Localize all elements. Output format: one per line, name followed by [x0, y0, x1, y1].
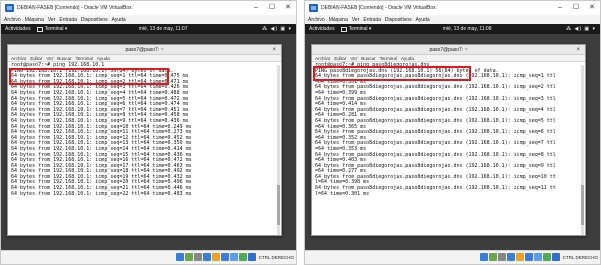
terminal-titlebar[interactable]: paso7@paso7: ~ × [8, 45, 281, 55]
terminal-close-icon[interactable]: × [576, 45, 580, 55]
desktop: paso7@paso7: ~ × Archivo Editar Ver Busc… [305, 34, 600, 252]
terminal-icon [340, 26, 347, 32]
host-key-label: CTRL DERECHO [258, 254, 294, 260]
status-tray: CTRL DERECHO [175, 253, 294, 261]
terminal-menu-editar[interactable]: Editar [30, 56, 42, 61]
vbox-titlebar[interactable]: DEBIAN-FASEB [Corriendo] - Oracle VM Vir… [1, 1, 296, 15]
network-icon[interactable] [202, 253, 211, 261]
terminal-menu-terminal[interactable]: Terminal [76, 56, 93, 61]
app-menu-label: Terminal ▾ [348, 26, 372, 32]
status-tray: CTRL DERECHO [479, 253, 598, 261]
terminal-output[interactable]: root@paso7:~# ping paso8diegorojas.dns PI… [312, 62, 585, 234]
vbox-titlebar[interactable]: DEBIAN-FASEB [Corriendo] - Oracle VM Vir… [305, 1, 600, 15]
host-key-label: CTRL DERECHO [562, 254, 598, 260]
vbox-status-bar: CTRL DERECHO [1, 250, 296, 264]
app-menu-label: Terminal ▾ [44, 26, 68, 32]
close-button[interactable]: ✕ [584, 1, 600, 15]
virtualbox-window-left: DEBIAN-FASEB [Corriendo] - Oracle VM Vir… [0, 0, 297, 265]
terminal-menu-terminal[interactable]: Terminal [380, 56, 397, 61]
terminal-line: l=64 time=0.301 ms [315, 190, 370, 197]
menu-entrada[interactable]: Entrada [59, 17, 77, 23]
gnome-top-bar: Actividades Terminal ▾ mié, 13 de may, 1… [305, 24, 600, 34]
terminal-menu-editar[interactable]: Editar [334, 56, 346, 61]
terminal-menubar: Archivo Editar Ver Buscar Terminal Ayuda [8, 55, 281, 62]
audio-icon[interactable] [497, 253, 506, 261]
terminal-line: 64 bytes from 192.168.10.1: icmp_seq=22 … [11, 190, 192, 197]
menu-maquina[interactable]: Máquina [25, 17, 44, 23]
usb-icon[interactable] [211, 253, 220, 261]
minimize-button[interactable]: – [248, 1, 264, 15]
terminal-menu-buscar[interactable]: Buscar [57, 56, 71, 61]
terminal-window: paso7@paso7: ~ × Archivo Editar Ver Busc… [7, 44, 282, 236]
terminal-menu-archivo[interactable]: Archivo [11, 56, 26, 61]
menu-archivo[interactable]: Archivo [308, 17, 325, 23]
menu-entrada[interactable]: Entrada [363, 17, 381, 23]
close-button[interactable]: ✕ [280, 1, 296, 15]
virtualbox-window-right: DEBIAN-FASEB [Corriendo] - Oracle VM Vir… [304, 0, 601, 265]
shared-folders-icon[interactable] [524, 253, 533, 261]
terminal-title: paso7@paso7: ~ [125, 47, 164, 53]
terminal-icon [36, 26, 43, 32]
app-menu[interactable]: Terminal ▾ [36, 26, 68, 32]
virtualbox-icon [309, 4, 318, 12]
terminal-menu-buscar[interactable]: Buscar [361, 56, 375, 61]
activities-button[interactable]: Actividades [5, 26, 31, 32]
menu-ver[interactable]: Ver [352, 17, 360, 23]
host-key-icon[interactable] [247, 253, 256, 261]
status-icons[interactable]: ⁂ ◀) ▣ ▾ [262, 26, 292, 32]
menu-ver[interactable]: Ver [48, 17, 56, 23]
minimize-button[interactable]: – [552, 1, 568, 15]
status-icons[interactable]: ⁂ ◀) ▣ ▾ [566, 26, 596, 32]
optical-drive-icon[interactable] [488, 253, 497, 261]
scrollbar-thumb[interactable] [581, 185, 584, 225]
terminal-menu-archivo[interactable]: Archivo [315, 56, 330, 61]
hard-disk-icon[interactable] [175, 253, 184, 261]
app-menu[interactable]: Terminal ▾ [340, 26, 372, 32]
scrollbar-thumb[interactable] [277, 185, 280, 225]
terminal-menu-ayuda[interactable]: Ayuda [97, 56, 110, 61]
capture-icon[interactable] [542, 253, 551, 261]
vbox-status-bar: CTRL DERECHO [305, 250, 600, 264]
host-key-icon[interactable] [551, 253, 560, 261]
terminal-close-icon[interactable]: × [272, 45, 276, 55]
vbox-menubar: Archivo Máquina Ver Entrada Dispositivos… [305, 15, 600, 24]
terminal-titlebar[interactable]: paso7@paso7: ~ × [312, 45, 585, 55]
network-icon[interactable] [506, 253, 515, 261]
maximize-button[interactable]: ☐ [264, 1, 280, 15]
optical-drive-icon[interactable] [184, 253, 193, 261]
menu-archivo[interactable]: Archivo [4, 17, 21, 23]
window-title: DEBIAN-FASEB [Corriendo] - Oracle VM Vir… [321, 5, 436, 11]
menu-dispositivos[interactable]: Dispositivos [385, 17, 412, 23]
terminal-scrollbar[interactable] [277, 65, 280, 235]
desktop: paso7@paso7: ~ × Archivo Editar Ver Busc… [1, 34, 296, 252]
vbox-menubar: Archivo Máquina Ver Entrada Dispositivos… [1, 15, 296, 24]
terminal-title: paso7@paso7: ~ [429, 47, 468, 53]
audio-icon[interactable] [193, 253, 202, 261]
display-icon[interactable] [229, 253, 238, 261]
activities-button[interactable]: Actividades [309, 26, 335, 32]
display-icon[interactable] [533, 253, 542, 261]
menu-dispositivos[interactable]: Dispositivos [81, 17, 108, 23]
maximize-button[interactable]: ☐ [568, 1, 584, 15]
menu-maquina[interactable]: Máquina [329, 17, 348, 23]
menu-ayuda[interactable]: Ayuda [416, 17, 430, 23]
shared-folders-icon[interactable] [220, 253, 229, 261]
gnome-top-bar: Actividades Terminal ▾ mié, 13 de may, 1… [1, 24, 296, 34]
capture-icon[interactable] [238, 253, 247, 261]
terminal-output[interactable]: root@paso7:~# ping 192.168.10.1 PING 192.… [8, 62, 281, 234]
clock[interactable]: mié, 13 de may, 11:08 [443, 26, 492, 32]
terminal-scrollbar[interactable] [581, 65, 584, 235]
terminal-menubar: Archivo Editar Ver Buscar Terminal Ayuda [312, 55, 585, 62]
hard-disk-icon[interactable] [479, 253, 488, 261]
terminal-menu-ayuda[interactable]: Ayuda [401, 56, 414, 61]
clock[interactable]: mié, 13 de may, 11:07 [139, 26, 188, 32]
terminal-menu-ver[interactable]: Ver [46, 56, 53, 61]
menu-ayuda[interactable]: Ayuda [112, 17, 126, 23]
usb-icon[interactable] [515, 253, 524, 261]
terminal-window: paso7@paso7: ~ × Archivo Editar Ver Busc… [311, 44, 586, 236]
virtualbox-icon [5, 4, 14, 12]
terminal-menu-ver[interactable]: Ver [350, 56, 357, 61]
window-title: DEBIAN-FASEB [Corriendo] - Oracle VM Vir… [17, 5, 132, 11]
